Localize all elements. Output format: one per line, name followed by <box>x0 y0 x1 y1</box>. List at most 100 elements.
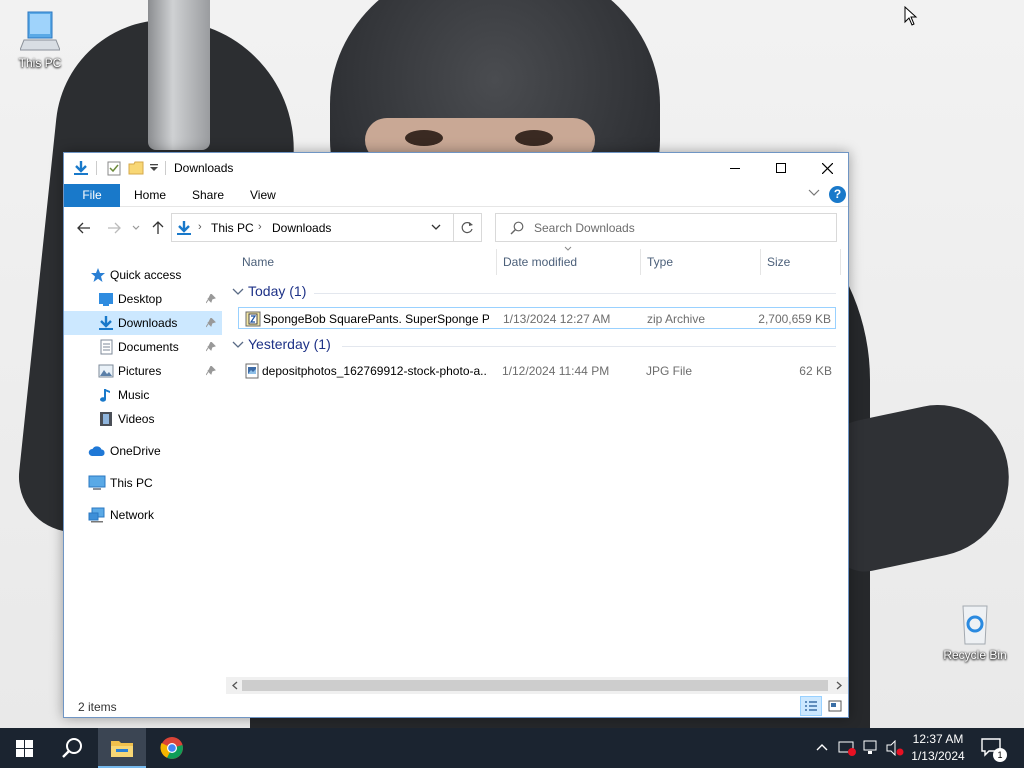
details-view-icon <box>805 701 817 711</box>
clock-time: 12:37 AM <box>912 732 964 746</box>
breadcrumb-separator-icon[interactable]: › <box>198 221 202 233</box>
scrollbar-thumb[interactable] <box>242 680 828 691</box>
up-button[interactable] <box>148 218 168 238</box>
chrome-icon <box>160 737 183 759</box>
file-type: zip Archive <box>647 312 706 326</box>
tab-view[interactable]: View <box>240 184 286 207</box>
nav-item-label: Downloads <box>118 316 178 330</box>
breadcrumb-this-pc[interactable]: This PC <box>211 221 254 235</box>
scroll-right-button[interactable] <box>832 678 846 693</box>
help-icon[interactable]: ? <box>829 186 846 203</box>
arrow-right-icon <box>108 222 121 234</box>
column-divider[interactable] <box>840 249 841 275</box>
column-divider[interactable] <box>496 249 497 275</box>
mouse-cursor-icon <box>904 6 918 26</box>
expand-ribbon-chevron-icon[interactable] <box>808 189 820 197</box>
nav-item-label: Documents <box>118 340 179 354</box>
download-arrow-icon <box>99 316 113 330</box>
search-input[interactable] <box>534 218 824 238</box>
close-button[interactable] <box>804 153 850 183</box>
nav-item-label: OneDrive <box>110 444 161 458</box>
column-header-name[interactable]: Name <box>242 255 274 269</box>
column-divider[interactable] <box>760 249 761 275</box>
tab-share[interactable]: Share <box>182 184 234 207</box>
divider <box>96 161 97 175</box>
taskbar-chrome-button[interactable] <box>148 728 196 768</box>
recent-locations-button[interactable] <box>130 218 142 238</box>
scroll-left-button[interactable] <box>228 678 242 693</box>
nav-item-network[interactable]: Network <box>64 503 222 527</box>
search-icon <box>510 221 524 235</box>
minimize-button[interactable] <box>712 153 758 183</box>
maximize-button[interactable] <box>758 153 804 183</box>
pin-icon[interactable] <box>206 366 216 376</box>
nav-item-videos[interactable]: Videos <box>64 407 222 431</box>
divider <box>165 161 166 175</box>
arrow-left-icon <box>77 222 90 234</box>
nav-item-quick-access[interactable]: Quick access <box>64 263 222 287</box>
breadcrumb-separator-icon[interactable]: › <box>258 221 262 233</box>
wallpaper-shape <box>148 0 210 150</box>
nav-item-label: Network <box>110 508 155 522</box>
pin-icon[interactable] <box>206 342 216 352</box>
back-button[interactable] <box>74 218 94 238</box>
desktop-icon-label: Recycle Bin <box>943 648 1007 662</box>
tab-home[interactable]: Home <box>124 184 176 207</box>
network-icon <box>88 507 105 523</box>
zip-archive-icon <box>245 311 261 327</box>
wallpaper-shape <box>405 130 443 146</box>
security-alert-icon[interactable] <box>838 740 856 756</box>
breadcrumb-downloads[interactable]: Downloads <box>272 221 331 235</box>
title-bar[interactable]: Downloads <box>64 153 848 183</box>
start-button[interactable] <box>0 728 48 768</box>
chevron-up-icon[interactable] <box>816 743 828 751</box>
window-title: Downloads <box>174 161 234 175</box>
system-clock[interactable]: 12:37 AM 1/13/2024 <box>906 731 970 765</box>
file-row[interactable]: depositphotos_162769912-stock-photo-a...… <box>238 360 836 382</box>
chevron-down-icon <box>132 225 140 230</box>
details-view-button[interactable] <box>800 696 822 716</box>
horizontal-scrollbar[interactable] <box>226 677 848 694</box>
forward-button[interactable] <box>104 218 124 238</box>
address-bar[interactable]: › This PC › Downloads <box>171 213 454 242</box>
desktop-folder-icon <box>99 293 113 306</box>
column-header-type[interactable]: Type <box>647 255 673 269</box>
volume-muted-icon[interactable] <box>886 740 904 756</box>
nav-item-music[interactable]: Music <box>64 383 222 407</box>
nav-item-documents[interactable]: Documents <box>64 335 222 359</box>
desktop-icon-recycle-bin[interactable]: Recycle Bin <box>935 602 1015 662</box>
chevron-right-icon <box>836 681 842 690</box>
nav-item-this-pc[interactable]: This PC <box>64 471 222 495</box>
chevron-down-icon <box>232 288 244 295</box>
column-headers: Name Date modified Type Size <box>226 245 846 279</box>
refresh-button[interactable] <box>454 213 482 242</box>
address-dropdown-chevron-icon[interactable] <box>430 221 442 233</box>
pin-icon[interactable] <box>206 294 216 304</box>
desktop-icon-this-pc[interactable]: This PC <box>0 10 80 70</box>
new-folder-icon[interactable] <box>128 160 144 176</box>
column-header-date-modified[interactable]: Date modified <box>503 255 577 269</box>
documents-icon <box>100 339 113 355</box>
nav-item-pictures[interactable]: Pictures <box>64 359 222 383</box>
nav-item-desktop[interactable]: Desktop <box>64 287 222 311</box>
customize-toolbar-chevron-icon[interactable] <box>150 164 158 172</box>
nav-item-onedrive[interactable]: OneDrive <box>64 439 222 463</box>
column-divider[interactable] <box>640 249 641 275</box>
pin-icon[interactable] <box>206 318 216 328</box>
nav-item-downloads[interactable]: Downloads <box>64 311 222 335</box>
tab-file[interactable]: File <box>64 184 120 207</box>
taskbar-search-button[interactable] <box>48 728 96 768</box>
group-label: Today (1) <box>248 283 307 299</box>
search-box[interactable] <box>495 213 837 242</box>
column-header-size[interactable]: Size <box>767 255 790 269</box>
navigation-pane: Quick access Desktop Downloads Documents <box>64 263 222 683</box>
network-status-icon[interactable] <box>862 740 880 756</box>
file-row[interactable]: SpongeBob SquarePants. SuperSponge P... … <box>238 307 836 329</box>
large-icons-view-button[interactable] <box>824 696 846 716</box>
music-note-icon <box>100 389 110 402</box>
image-file-icon <box>245 363 259 379</box>
properties-icon[interactable] <box>106 160 122 176</box>
wallpaper-shape <box>515 130 553 146</box>
taskbar: 12:37 AM 1/13/2024 1 <box>0 728 1024 768</box>
taskbar-file-explorer-button[interactable] <box>98 728 146 768</box>
